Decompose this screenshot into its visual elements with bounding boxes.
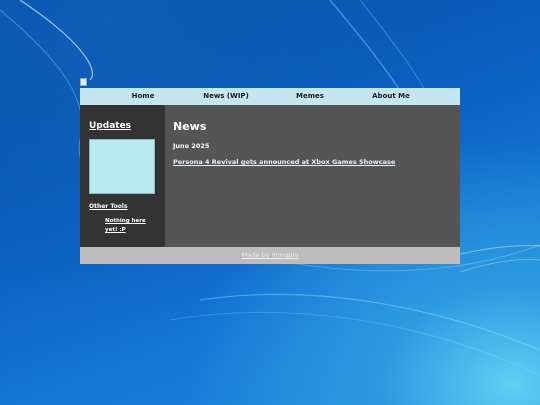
- updates-heading[interactable]: Updates: [89, 121, 131, 131]
- news-date-heading: June 2025: [173, 142, 210, 150]
- page-title: News: [173, 120, 207, 133]
- nav-about-link[interactable]: About Me: [372, 88, 410, 105]
- nav-memes-link[interactable]: Memes: [295, 88, 325, 105]
- navbar: Home News (WIP) Memes About Me: [80, 88, 460, 105]
- news-item-link[interactable]: Persona 4 Revival gets announced at Xbox…: [173, 158, 395, 166]
- updates-box: [89, 139, 155, 194]
- other-tools-heading[interactable]: Other Tools: [89, 203, 128, 210]
- main-content: News June 2025 Persona 4 Revival gets an…: [165, 105, 460, 247]
- footer[interactable]: Made by mmqpiu: [80, 247, 460, 264]
- broken-image-icon: [80, 78, 87, 86]
- sidebar: Updates Other Tools Nothing here yet! :P: [80, 105, 165, 247]
- nav-news-link[interactable]: News (WIP): [202, 88, 250, 105]
- website-container: Home News (WIP) Memes About Me Updates O…: [80, 88, 460, 264]
- nav-home-link[interactable]: Home: [128, 88, 158, 105]
- desktop-wallpaper: Home News (WIP) Memes About Me Updates O…: [0, 0, 540, 405]
- tool-link[interactable]: Nothing here yet! :P: [105, 217, 155, 235]
